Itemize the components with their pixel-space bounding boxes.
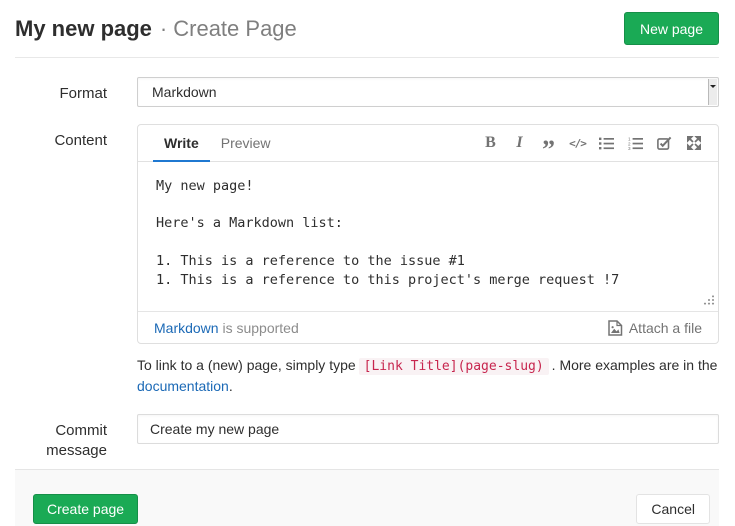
editor-body: My new page! Here's a Markdown list: 1. … bbox=[138, 162, 718, 311]
format-label: Format bbox=[15, 77, 107, 104]
form-actions: Create page Cancel bbox=[15, 469, 719, 526]
bold-icon: B bbox=[485, 134, 496, 152]
new-page-button[interactable]: New page bbox=[624, 12, 719, 45]
format-select[interactable]: Markdown bbox=[137, 77, 719, 107]
editor-toolbar: Write Preview B I ” </> bbox=[138, 125, 718, 162]
svg-text:3: 3 bbox=[628, 146, 631, 150]
page-header: My new page ·Create Page New page bbox=[15, 0, 719, 58]
task-list-icon bbox=[657, 136, 672, 150]
numbered-list-button[interactable]: 1 2 3 bbox=[627, 131, 644, 155]
chevron-down-icon bbox=[708, 79, 717, 105]
task-list-button[interactable] bbox=[656, 131, 673, 155]
help-text-after: . More examples are in the bbox=[552, 357, 718, 373]
code-snippet: [Link Title](page-slug) bbox=[359, 358, 549, 375]
toolbar-icons: B I ” </> 1 2 bbox=[482, 125, 702, 161]
code-button[interactable]: </> bbox=[569, 131, 586, 155]
markdown-support-note: Markdown is supported bbox=[154, 320, 299, 336]
page-title: My new page ·Create Page bbox=[15, 12, 297, 45]
markdown-help-link[interactable]: Markdown bbox=[154, 320, 219, 336]
page-title-name: My new page bbox=[15, 16, 152, 41]
italic-button[interactable]: I bbox=[511, 131, 528, 155]
documentation-link[interactable]: documentation bbox=[137, 378, 229, 394]
fullscreen-icon bbox=[687, 136, 701, 150]
commit-message-label: Commit message bbox=[15, 414, 107, 461]
help-text-before: To link to a (new) page, simply type bbox=[137, 357, 356, 373]
content-label: Content bbox=[15, 124, 107, 151]
content-textarea[interactable]: My new page! Here's a Markdown list: 1. … bbox=[138, 162, 718, 311]
help-text-suffix: . bbox=[229, 378, 233, 394]
wiki-create-page: My new page ·Create Page New page Format … bbox=[0, 0, 735, 526]
markdown-support-text: is supported bbox=[222, 320, 298, 336]
italic-icon: I bbox=[516, 134, 522, 152]
commit-message-input[interactable] bbox=[137, 414, 719, 444]
bullet-list-button[interactable] bbox=[598, 131, 615, 155]
help-text: To link to a (new) page, simply type[Lin… bbox=[137, 356, 719, 396]
attach-file-label: Attach a file bbox=[629, 320, 702, 336]
quote-button[interactable]: ” bbox=[540, 131, 557, 155]
commit-row: Commit message bbox=[15, 414, 719, 461]
format-select-value: Markdown bbox=[152, 84, 217, 100]
cancel-button[interactable]: Cancel bbox=[636, 494, 710, 524]
content-row: Content Write Preview B I ” </> bbox=[15, 124, 719, 344]
fullscreen-button[interactable] bbox=[685, 131, 702, 155]
resize-handle[interactable] bbox=[703, 292, 715, 308]
page-title-action: Create Page bbox=[173, 16, 297, 41]
title-separator: · bbox=[160, 16, 167, 41]
markdown-editor: Write Preview B I ” </> bbox=[137, 124, 719, 344]
quote-icon: ” bbox=[542, 145, 555, 155]
tab-preview[interactable]: Preview bbox=[210, 125, 282, 162]
attach-file-button[interactable]: Attach a file bbox=[608, 320, 702, 336]
code-icon: </> bbox=[569, 137, 586, 150]
bullet-list-icon bbox=[599, 137, 614, 150]
create-page-button[interactable]: Create page bbox=[33, 494, 138, 524]
numbered-list-icon: 1 2 3 bbox=[628, 137, 643, 150]
tab-write[interactable]: Write bbox=[153, 125, 210, 162]
editor-footer: Markdown is supported Attach a file bbox=[138, 311, 718, 343]
bold-button[interactable]: B bbox=[482, 131, 499, 155]
attach-image-icon bbox=[608, 320, 623, 336]
format-row: Format Markdown bbox=[15, 77, 719, 107]
